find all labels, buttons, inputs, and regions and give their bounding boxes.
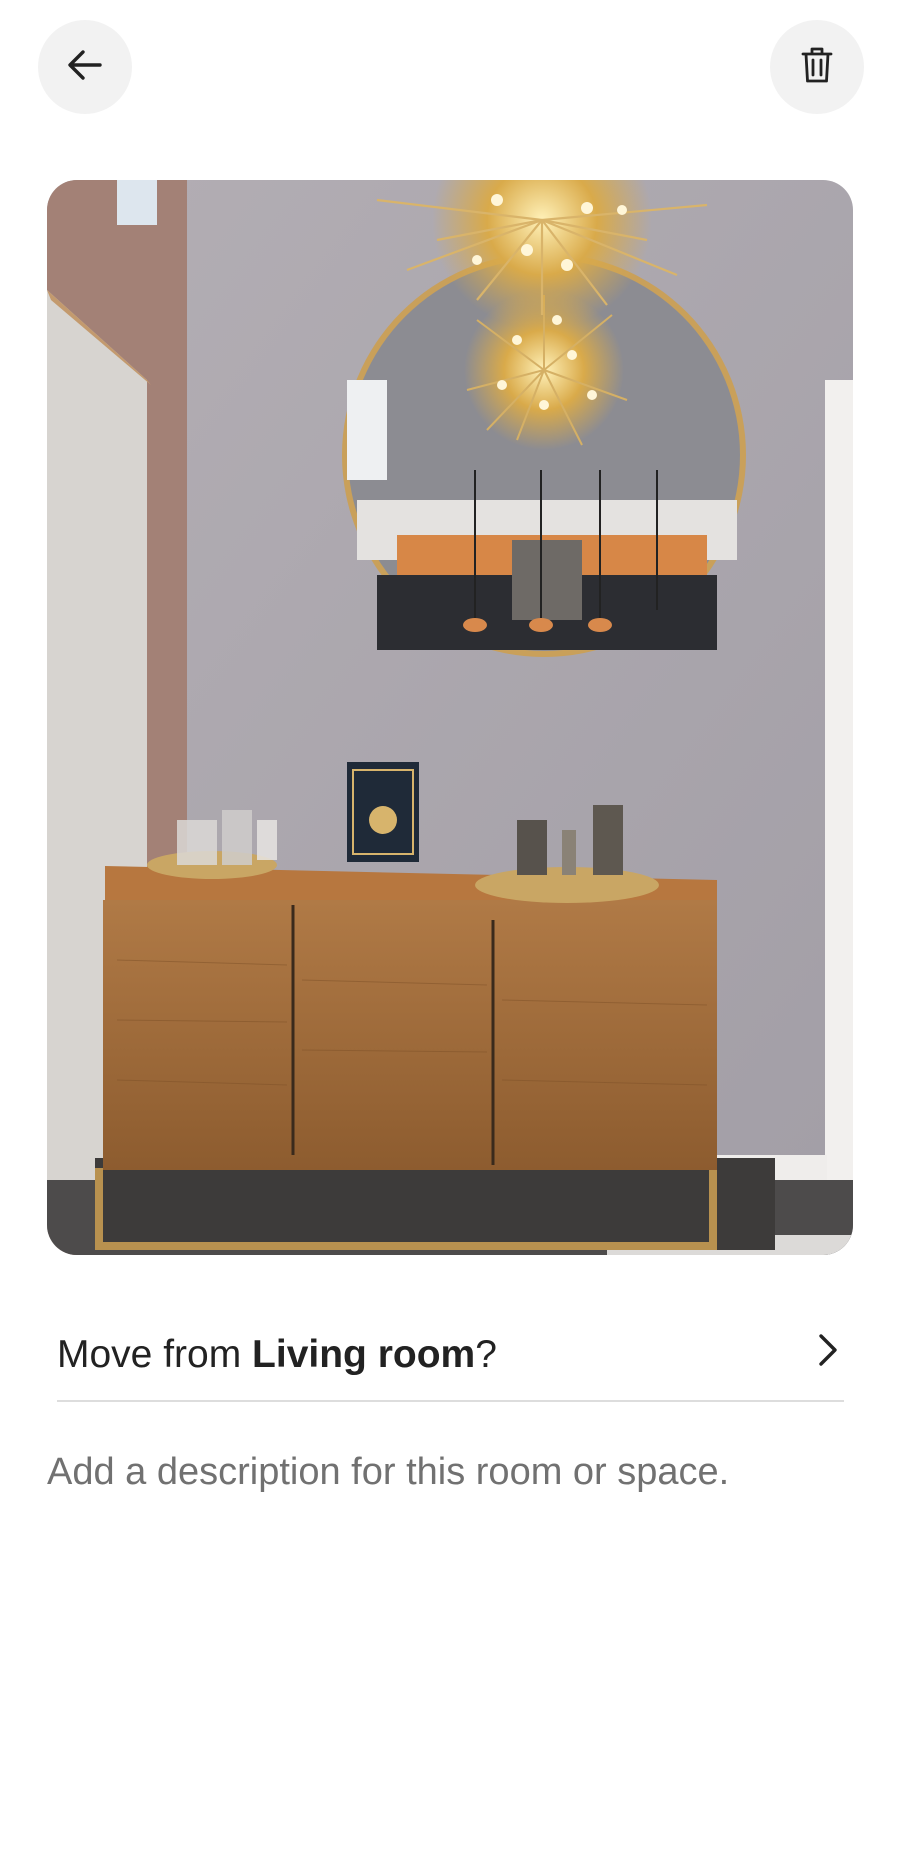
room-photo[interactable] bbox=[47, 180, 853, 1255]
move-room-row[interactable]: Move from Living room? bbox=[57, 1306, 847, 1402]
move-room-label: Move from Living room? bbox=[57, 1332, 497, 1376]
trash-icon bbox=[800, 46, 834, 89]
current-room-name: Living room bbox=[252, 1332, 476, 1376]
arrow-left-icon bbox=[66, 46, 104, 89]
divider bbox=[57, 1400, 844, 1402]
room-photo-image bbox=[47, 180, 853, 1255]
chevron-right-icon bbox=[813, 1330, 843, 1375]
delete-button[interactable] bbox=[770, 20, 864, 114]
description-input[interactable]: Add a description for this room or space… bbox=[47, 1448, 853, 1497]
back-button[interactable] bbox=[38, 20, 132, 114]
